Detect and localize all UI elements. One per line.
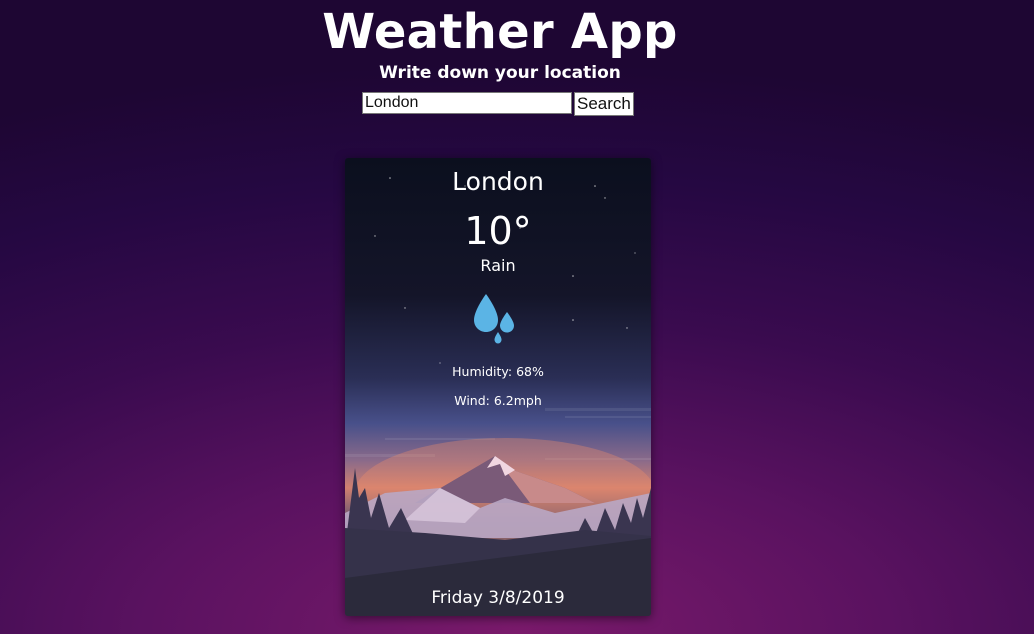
wind-value: Wind: 6.2mph	[454, 393, 542, 408]
rain-drops-icon	[474, 294, 514, 344]
search-bar: Search	[362, 92, 634, 116]
app-title: Weather App	[322, 4, 678, 60]
city-name: London	[452, 167, 544, 196]
weather-card: London 10° Rain Humidity: 68% Wind: 6.2m…	[345, 158, 651, 616]
location-input[interactable]	[362, 92, 572, 114]
search-button[interactable]: Search	[574, 92, 634, 116]
temperature: 10°	[464, 209, 532, 253]
forecast-date: Friday 3/8/2019	[431, 588, 565, 608]
humidity-value: Humidity: 68%	[452, 364, 544, 379]
weather-condition: Rain	[480, 256, 516, 275]
search-prompt: Write down your location	[379, 63, 621, 83]
